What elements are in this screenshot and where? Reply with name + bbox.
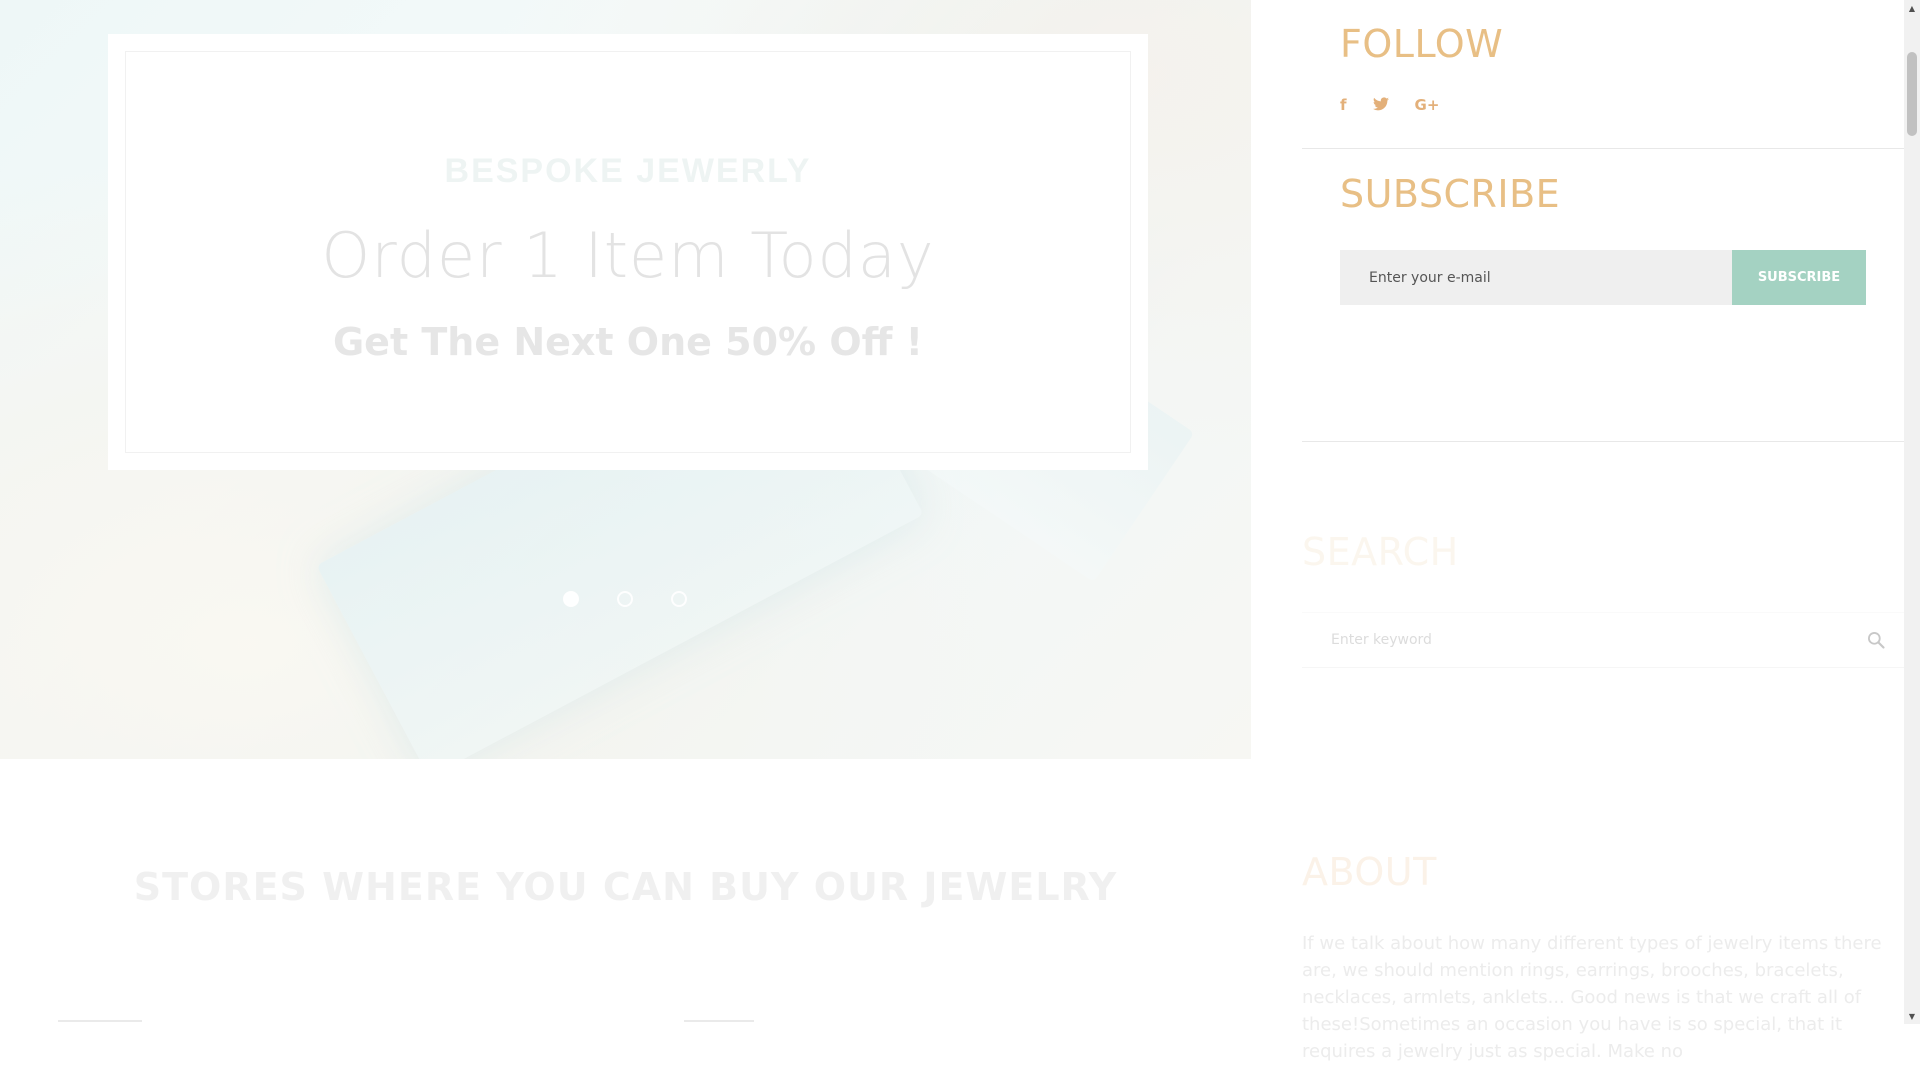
- divider: [1302, 148, 1904, 149]
- store-logo-partial: [58, 1020, 142, 1022]
- slider-pagination: [563, 591, 687, 607]
- subscribe-title: SUBSCRIBE: [1340, 172, 1561, 216]
- search-input[interactable]: [1302, 632, 1848, 648]
- social-links: f G+: [1340, 97, 1439, 114]
- slider-dot-3[interactable]: [671, 591, 687, 607]
- email-field[interactable]: [1340, 250, 1732, 305]
- promo-subtitle: Get The Next One 50% Off !: [332, 320, 923, 364]
- promo-box-inner: BESPOKE JEWERLY Order 1 Item Today Get T…: [125, 51, 1131, 453]
- divider: [1302, 441, 1904, 442]
- search-icon[interactable]: [1848, 630, 1904, 650]
- search-box: [1302, 612, 1904, 668]
- subscribe-button[interactable]: SUBSCRIBE: [1732, 250, 1866, 305]
- about-text: If we talk about how many different type…: [1302, 933, 1882, 1062]
- scrollbar-thumb[interactable]: [1907, 52, 1917, 136]
- google-plus-icon[interactable]: G+: [1415, 98, 1440, 113]
- sidebar: FOLLOW f G+ SUBSCRIBE SUBSCRIBE SEARCH A…: [1302, 0, 1904, 1062]
- slider-dot-1[interactable]: [563, 591, 579, 607]
- promo-title: Order 1 Item Today: [321, 219, 935, 292]
- follow-title: FOLLOW: [1340, 22, 1504, 66]
- store-logo-partial: [684, 1020, 754, 1022]
- slider-dot-2[interactable]: [617, 591, 633, 607]
- promo-kicker: BESPOKE JEWERLY: [444, 152, 812, 190]
- hero-slider: BESPOKE JEWERLY Order 1 Item Today Get T…: [0, 0, 1251, 759]
- promo-box: BESPOKE JEWERLY Order 1 Item Today Get T…: [108, 34, 1148, 470]
- about-title: ABOUT: [1302, 850, 1437, 894]
- scroll-down-icon[interactable]: ▼: [1904, 1008, 1920, 1024]
- facebook-icon[interactable]: f: [1340, 98, 1347, 113]
- stores-heading: STORES WHERE YOU CAN BUY OUR JEWELRY: [133, 865, 1118, 909]
- search-title: SEARCH: [1302, 530, 1459, 574]
- twitter-icon[interactable]: [1372, 97, 1389, 114]
- scroll-up-icon[interactable]: ▲: [1904, 0, 1920, 16]
- subscribe-form: SUBSCRIBE: [1340, 250, 1866, 305]
- scrollbar[interactable]: ▲ ▼: [1904, 0, 1920, 1024]
